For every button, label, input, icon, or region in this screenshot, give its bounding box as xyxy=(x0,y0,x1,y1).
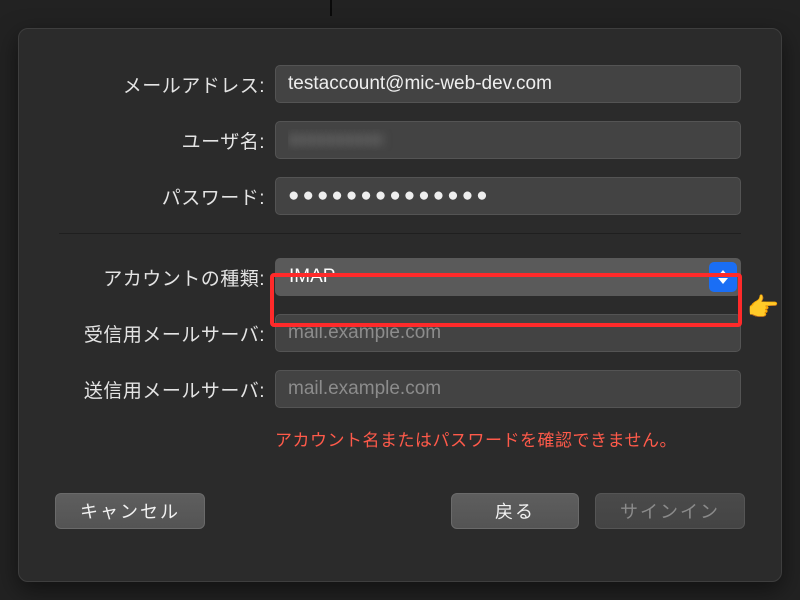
password-label: パスワード: xyxy=(59,183,275,210)
select-arrows-icon xyxy=(709,262,737,292)
incoming-server-label: 受信用メールサーバ: xyxy=(59,320,275,347)
section-divider xyxy=(59,233,741,234)
email-field[interactable] xyxy=(275,65,741,103)
button-row: キャンセル 戻る サインイン xyxy=(19,475,781,555)
error-message: アカウント名またはパスワードを確認できません。 xyxy=(275,426,741,451)
account-setup-sheet: メールアドレス: ユーザ名: パスワード: アカウントの種類: xyxy=(18,28,782,582)
form-area: メールアドレス: ユーザ名: パスワード: アカウントの種類: xyxy=(19,29,781,475)
password-field[interactable] xyxy=(275,177,741,215)
outgoing-server-field[interactable] xyxy=(275,370,741,408)
username-label: ユーザ名: xyxy=(59,127,275,154)
account-type-select[interactable]: IMAP xyxy=(275,258,741,296)
username-field[interactable] xyxy=(275,121,741,159)
cancel-button[interactable]: キャンセル xyxy=(55,493,205,529)
email-label: メールアドレス: xyxy=(59,71,275,98)
account-type-label: アカウントの種類: xyxy=(59,264,275,291)
incoming-server-field[interactable] xyxy=(275,314,741,352)
signin-button: サインイン xyxy=(595,493,745,529)
back-button[interactable]: 戻る xyxy=(451,493,579,529)
outgoing-server-label: 送信用メールサーバ: xyxy=(59,376,275,403)
top-divider xyxy=(330,0,332,16)
account-type-value: IMAP xyxy=(289,266,335,288)
